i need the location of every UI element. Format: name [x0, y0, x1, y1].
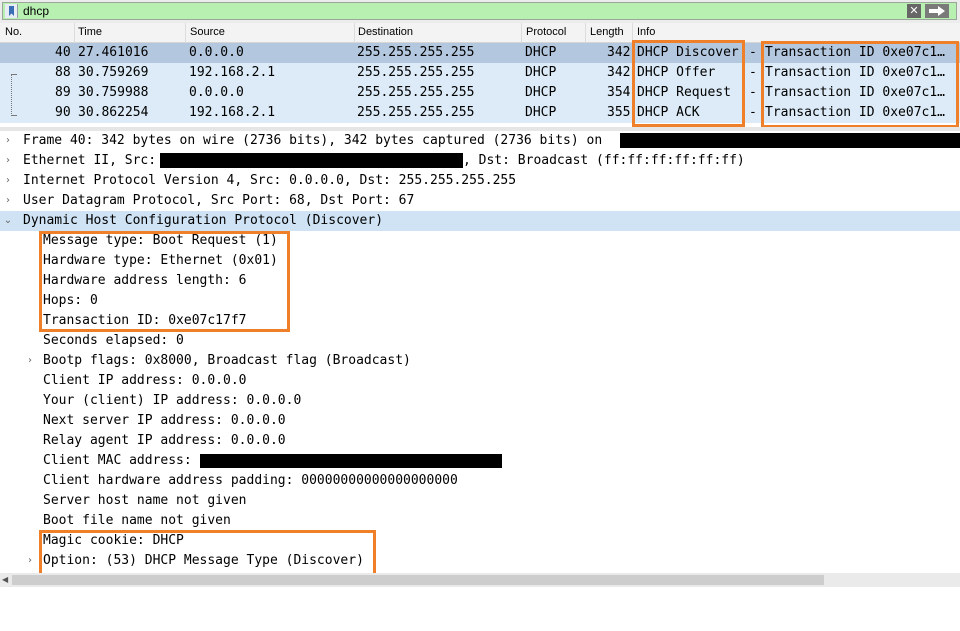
- cell-destination: 255.255.255.255: [357, 105, 475, 120]
- cell-length: 342: [607, 45, 631, 60]
- cell-info-dash: -: [749, 65, 757, 80]
- scroll-left-icon[interactable]: ◀: [2, 575, 8, 584]
- cell-protocol: DHCP: [525, 105, 557, 120]
- packet-details-tree: › Frame 40: 342 bytes on wire (2736 bits…: [0, 131, 960, 575]
- highlight-box-transaction-id: [761, 41, 959, 128]
- cell-protocol: DHCP: [525, 85, 557, 100]
- cell-info-dash: -: [749, 85, 757, 100]
- dhcp-field[interactable]: Server host name not given: [0, 491, 960, 511]
- dhcp-field[interactable]: Seconds elapsed: 0: [0, 331, 960, 351]
- dhcp-field-client-mac[interactable]: Client MAC address:: [0, 451, 960, 471]
- filter-text[interactable]: dhcp: [23, 4, 49, 18]
- expand-arrow-icon[interactable]: ›: [25, 551, 35, 571]
- dhcp-field[interactable]: Relay agent IP address: 0.0.0.0: [0, 431, 960, 451]
- packet-list-header: No. Time Source Destination Protocol Len…: [0, 23, 960, 43]
- highlight-box-magic-cookie: [39, 530, 376, 576]
- cell-protocol: DHCP: [525, 45, 557, 60]
- conversation-bracket: [11, 74, 13, 116]
- field-label: Relay agent IP address: 0.0.0.0: [43, 433, 286, 448]
- cell-time: 30.759988: [78, 85, 149, 100]
- cell-info-dash: -: [749, 45, 757, 60]
- field-label: Next server IP address: 0.0.0.0: [43, 413, 286, 428]
- column-divider[interactable]: [585, 23, 586, 43]
- expand-arrow-icon[interactable]: ›: [25, 351, 35, 371]
- cell-source: 192.168.2.1: [189, 105, 276, 120]
- cell-length: 354: [607, 85, 631, 100]
- apply-filter-arrow-icon[interactable]: [925, 4, 949, 18]
- dhcp-field[interactable]: Boot file name not given: [0, 511, 960, 531]
- cell-no: 90: [55, 105, 71, 120]
- cell-source: 0.0.0.0: [189, 85, 244, 100]
- field-label: Client MAC address:: [43, 453, 192, 468]
- tree-item-ip[interactable]: › Internet Protocol Version 4, Src: 0.0.…: [0, 171, 960, 191]
- field-label: Server host name not given: [43, 493, 247, 508]
- expand-arrow-icon[interactable]: ›: [3, 151, 13, 171]
- cell-destination: 255.255.255.255: [357, 85, 475, 100]
- tree-item-label: Internet Protocol Version 4, Src: 0.0.0.…: [23, 173, 517, 188]
- cell-time: 30.862254: [78, 105, 149, 120]
- collapse-arrow-icon[interactable]: ⌄: [3, 211, 13, 231]
- field-label: Your (client) IP address: 0.0.0.0: [43, 393, 302, 408]
- redacted-block: [200, 454, 502, 468]
- conversation-bracket-end: [11, 115, 17, 116]
- expand-arrow-icon[interactable]: ›: [3, 191, 13, 211]
- tree-item-label-suffix: , Dst: Broadcast (ff:ff:ff:ff:ff:ff): [463, 153, 745, 168]
- bookmark-icon[interactable]: [5, 4, 18, 18]
- tree-item-label: Dynamic Host Configuration Protocol (Dis…: [23, 213, 384, 228]
- dhcp-field[interactable]: Client IP address: 0.0.0.0: [0, 371, 960, 391]
- highlight-box-header-fields: [39, 231, 290, 332]
- tree-item-udp[interactable]: › User Datagram Protocol, Src Port: 68, …: [0, 191, 960, 211]
- expand-arrow-icon[interactable]: ›: [3, 171, 13, 191]
- field-label: Client hardware address padding: 0000000…: [43, 473, 458, 488]
- clear-filter-icon[interactable]: ✕: [907, 4, 921, 18]
- tree-item-label: Frame 40: 342 bytes on wire (2736 bits),…: [23, 133, 603, 148]
- highlight-box-info-type: [632, 40, 745, 127]
- field-label: Bootp flags: 0x8000, Broadcast flag (Bro…: [43, 353, 411, 368]
- scrollbar-thumb[interactable]: [12, 575, 824, 585]
- cell-destination: 255.255.255.255: [357, 45, 475, 60]
- cell-time: 27.461016: [78, 45, 149, 60]
- cell-info-dash: -: [749, 105, 757, 120]
- tree-item-label: Ethernet II, Src:: [23, 153, 157, 168]
- field-label: Client IP address: 0.0.0.0: [43, 373, 247, 388]
- field-label: Seconds elapsed: 0: [43, 333, 184, 348]
- tree-item-label: User Datagram Protocol, Src Port: 68, Ds…: [23, 193, 415, 208]
- column-divider[interactable]: [354, 23, 355, 43]
- expand-arrow-icon[interactable]: ›: [3, 131, 13, 151]
- column-header-destination[interactable]: Destination: [358, 26, 413, 42]
- tree-item-dhcp[interactable]: ⌄ Dynamic Host Configuration Protocol (D…: [0, 211, 960, 231]
- column-divider[interactable]: [185, 23, 186, 43]
- cell-no: 40: [55, 45, 71, 60]
- display-filter-input[interactable]: dhcp ✕: [2, 2, 957, 20]
- column-header-time[interactable]: Time: [78, 26, 102, 42]
- column-divider[interactable]: [521, 23, 522, 43]
- horizontal-scrollbar[interactable]: ◀: [0, 573, 960, 587]
- cell-source: 0.0.0.0: [189, 45, 244, 60]
- cell-time: 30.759269: [78, 65, 149, 80]
- conversation-bracket-start: [11, 74, 17, 75]
- cell-no: 89: [55, 85, 71, 100]
- cell-source: 192.168.2.1: [189, 65, 276, 80]
- tree-item-ethernet[interactable]: › Ethernet II, Src: , Dst: Broadcast (ff…: [0, 151, 960, 171]
- cell-destination: 255.255.255.255: [357, 65, 475, 80]
- tree-item-frame[interactable]: › Frame 40: 342 bytes on wire (2736 bits…: [0, 131, 960, 151]
- redacted-block: [160, 153, 463, 168]
- cell-protocol: DHCP: [525, 65, 557, 80]
- column-header-length[interactable]: Length: [590, 26, 624, 42]
- column-header-no[interactable]: No.: [5, 26, 22, 42]
- cell-no: 88: [55, 65, 71, 80]
- dhcp-field-bootp-flags[interactable]: › Bootp flags: 0x8000, Broadcast flag (B…: [0, 351, 960, 371]
- column-header-protocol[interactable]: Protocol: [526, 26, 566, 42]
- redacted-block: [620, 133, 960, 148]
- dhcp-field[interactable]: Next server IP address: 0.0.0.0: [0, 411, 960, 431]
- dhcp-field[interactable]: Client hardware address padding: 0000000…: [0, 471, 960, 491]
- dhcp-field[interactable]: Your (client) IP address: 0.0.0.0: [0, 391, 960, 411]
- cell-length: 342: [607, 65, 631, 80]
- field-label: Boot file name not given: [43, 513, 231, 528]
- column-header-source[interactable]: Source: [190, 26, 225, 42]
- cell-length: 355: [607, 105, 631, 120]
- column-divider[interactable]: [74, 23, 75, 43]
- display-filter-toolbar: dhcp ✕: [0, 0, 960, 23]
